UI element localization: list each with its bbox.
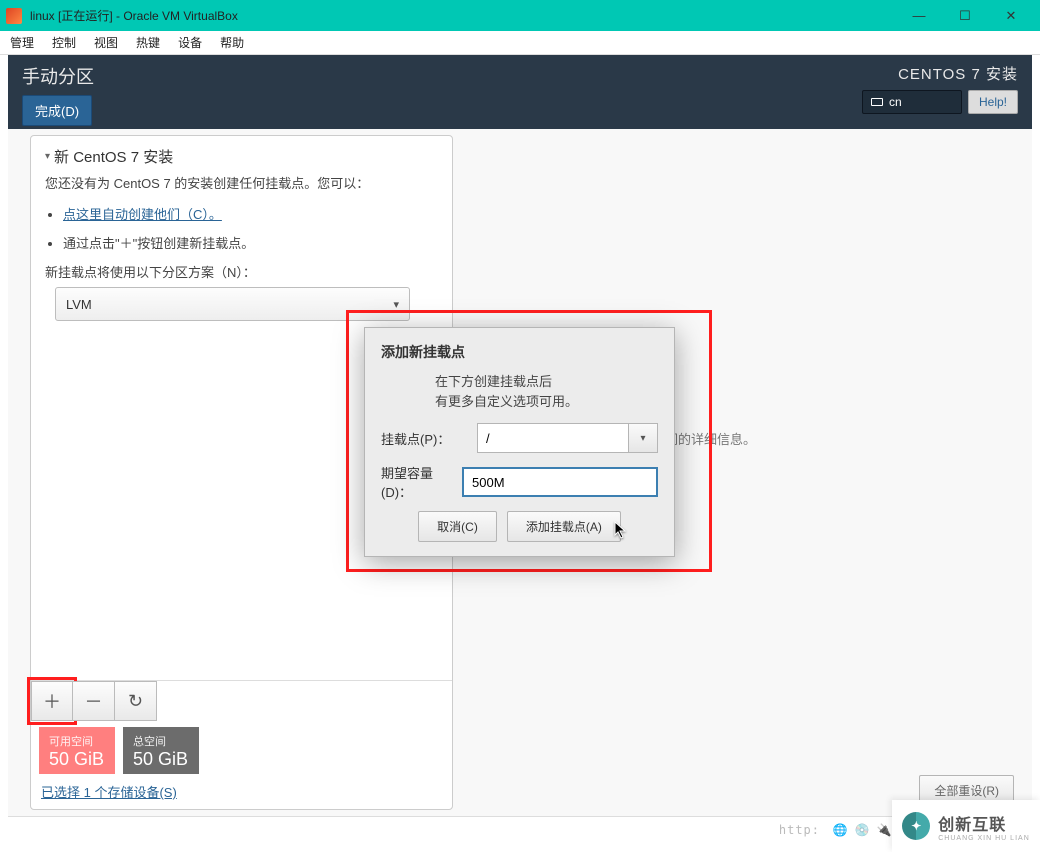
vb-titlebar: linux [正在运行] - Oracle VM VirtualBox — ☐ … (0, 0, 1040, 31)
total-space-box: 总空间 50 GiB (123, 727, 199, 774)
remove-mount-button[interactable]: － (73, 681, 115, 721)
vb-statusbar: http: 🌐 💿 🔌 📁 🔊 🖥 🎥 ⏺ ⌨ (8, 816, 1032, 842)
mount-point-select[interactable]: / ▾ (477, 423, 658, 453)
vb-menu-control[interactable]: 控制 (52, 34, 76, 51)
window-maximize-button[interactable]: ☐ (942, 0, 988, 31)
watermark-sub: CHUANG XIN HU LIAN (938, 835, 1030, 842)
selected-devices-link[interactable]: 已选择 1 个存储设备(S) (41, 785, 177, 800)
installer-brand: CENTOS 7 安装 (898, 63, 1018, 84)
plus-hint-bullet: 通过点击"＋"按钮创建新挂载点。 (63, 233, 438, 252)
vb-menu-help[interactable]: 帮助 (220, 34, 244, 51)
add-mount-dialog: 添加新挂载点 在下方创建挂载点后 有更多自定义选项可用。 挂载点(P)： / ▾… (364, 327, 675, 557)
scheme-select[interactable]: LVM ▾ (55, 287, 410, 321)
vb-menu-manage[interactable]: 管理 (10, 34, 34, 51)
chevron-down-icon: ▾ (393, 298, 399, 311)
tree-heading[interactable]: ▾ 新 CentOS 7 安装 (45, 146, 438, 167)
space-summary: 可用空间 50 GiB 总空间 50 GiB (31, 721, 452, 778)
usb-icon[interactable]: 🔌 (876, 822, 892, 838)
available-space-label: 可用空间 (49, 733, 105, 749)
net-icon[interactable]: 🌐 (832, 822, 848, 838)
page-title: 手动分区 (22, 63, 862, 89)
mount-point-value: / (477, 423, 628, 453)
scheme-label: 新挂载点将使用以下分区方案（N）： (45, 262, 438, 281)
tree-title: 新 CentOS 7 安装 (54, 146, 173, 167)
help-button[interactable]: Help! (968, 90, 1018, 114)
tree-subtitle: 您还没有为 CentOS 7 的安装创建任何挂载点。您可以： (45, 173, 438, 192)
vb-menu-hotkeys[interactable]: 热键 (136, 34, 160, 51)
dialog-title: 添加新挂载点 (381, 342, 658, 362)
total-space-label: 总空间 (133, 733, 189, 749)
auto-create-link[interactable]: 点这里自动创建他们（C）。 (63, 207, 222, 222)
window-close-button[interactable]: ✕ (988, 0, 1034, 31)
done-button[interactable]: 完成(D) (22, 95, 92, 126)
scheme-value: LVM (66, 297, 92, 312)
vb-menu-devices[interactable]: 设备 (178, 34, 202, 51)
keyboard-layout-select[interactable]: cn (862, 90, 962, 114)
dialog-description: 在下方创建挂载点后 有更多自定义选项可用。 (435, 372, 658, 411)
vb-window-title: linux [正在运行] - Oracle VM VirtualBox (30, 7, 896, 24)
add-mount-button[interactable]: ＋ (31, 681, 73, 721)
installer-header: 手动分区 完成(D) CENTOS 7 安装 cn Help! (8, 55, 1032, 136)
watermark-logo: ✦ 创新互联 CHUANG XIN HU LIAN (892, 800, 1040, 852)
desired-capacity-label: 期望容量(D)： (381, 463, 456, 501)
mount-point-label: 挂载点(P)： (381, 429, 471, 448)
watermark-brand: 创新互联 (938, 811, 1030, 835)
available-space-value: 50 GiB (49, 749, 105, 770)
tree-expand-icon: ▾ (45, 151, 50, 162)
window-minimize-button[interactable]: — (896, 0, 942, 31)
available-space-box: 可用空间 50 GiB (39, 727, 115, 774)
vb-menubar: 管理 控制 视图 热键 设备 帮助 (0, 31, 1040, 55)
total-space-value: 50 GiB (133, 749, 189, 770)
keyboard-icon (871, 98, 883, 106)
add-mount-point-button[interactable]: 添加挂载点(A) (507, 511, 621, 542)
chevron-down-icon: ▾ (628, 423, 658, 453)
status-http-text: http: (779, 823, 820, 837)
desired-capacity-input[interactable] (462, 467, 658, 497)
reload-button[interactable]: ↻ (115, 681, 157, 721)
vb-app-icon (6, 8, 22, 24)
auto-create-bullet: 点这里自动创建他们（C）。 (63, 204, 438, 223)
cancel-button[interactable]: 取消(C) (418, 511, 497, 542)
keyboard-layout-value: cn (889, 95, 902, 109)
vb-menu-view[interactable]: 视图 (94, 34, 118, 51)
partition-toolbar: ＋ － ↻ (31, 680, 452, 721)
watermark-icon: ✦ (902, 812, 930, 840)
disk-icon[interactable]: 💿 (854, 822, 870, 838)
